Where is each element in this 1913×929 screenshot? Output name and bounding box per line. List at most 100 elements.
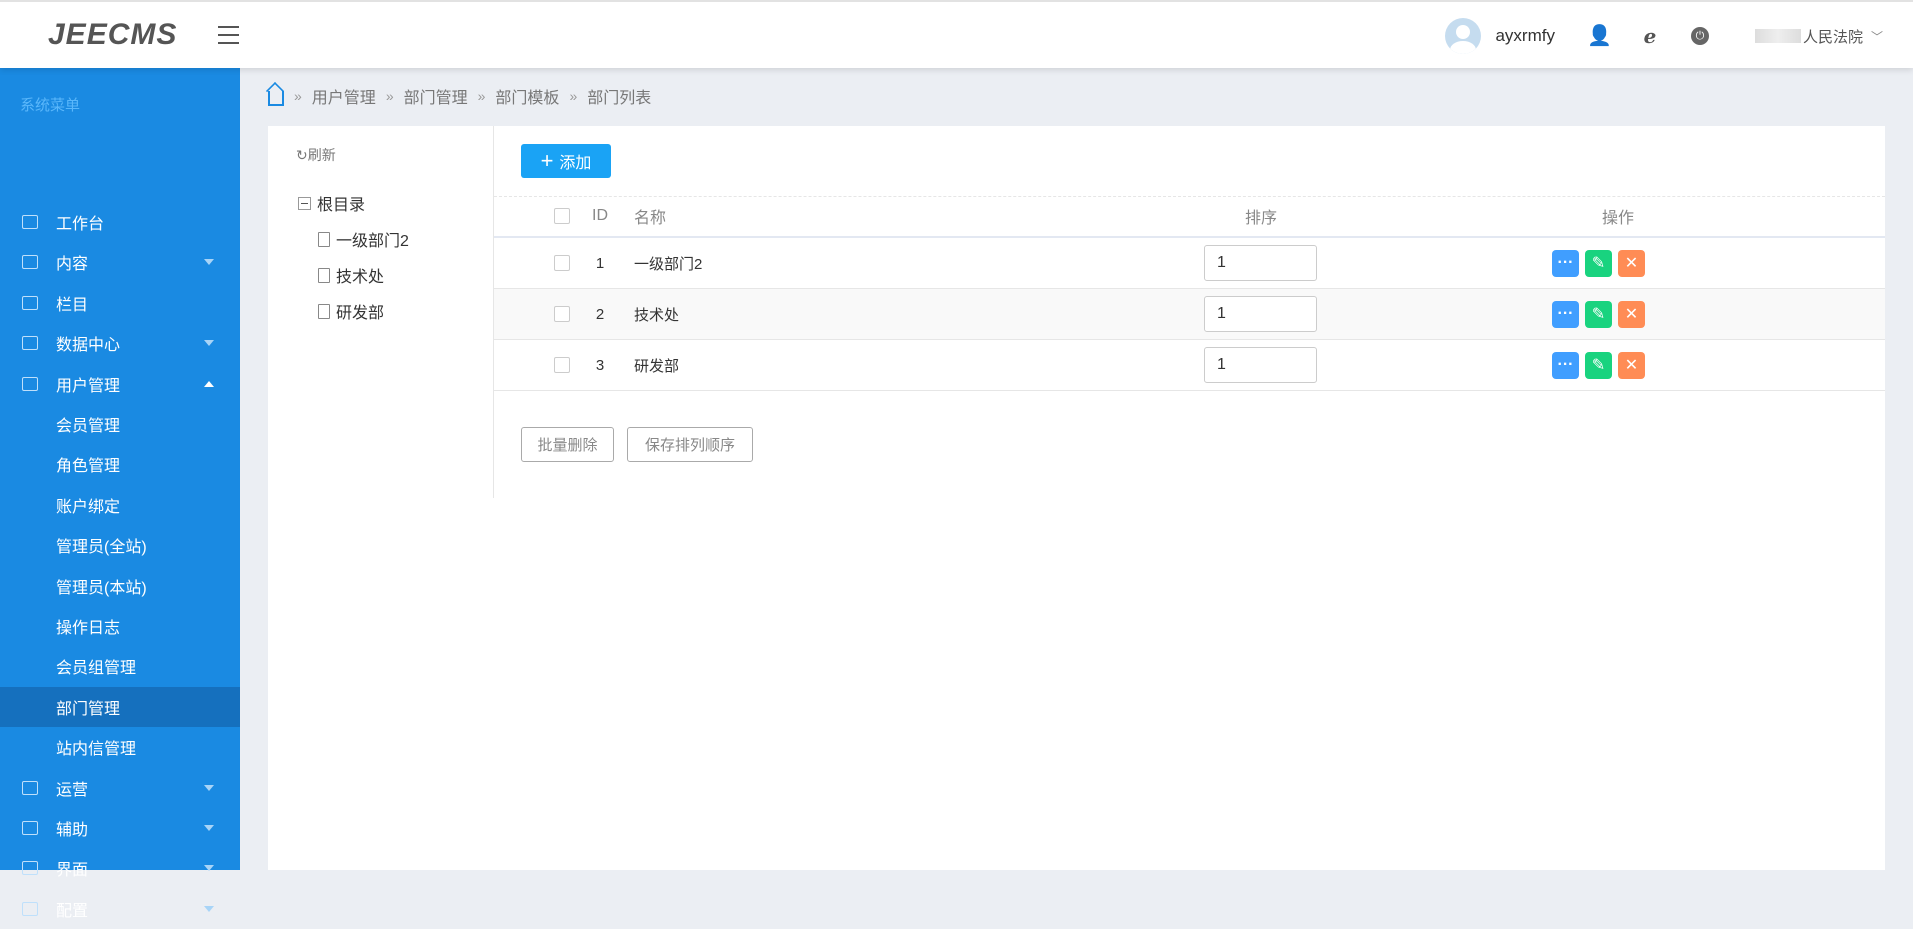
menu-icon bbox=[22, 901, 38, 916]
delete-button[interactable]: ✕ bbox=[1618, 351, 1645, 379]
menu-toggle-icon[interactable] bbox=[218, 26, 239, 44]
user-edit-icon[interactable]: 👤 bbox=[1587, 25, 1612, 47]
chevron-down-icon: ﹀ bbox=[1870, 29, 1883, 44]
save-order-button[interactable]: 保存排列顺序 bbox=[627, 427, 753, 462]
row-id: 2 bbox=[595, 305, 605, 323]
tree-root[interactable]: 根目录 bbox=[298, 191, 365, 215]
sidebar-item[interactable]: 运营 bbox=[0, 768, 240, 808]
tree-node-label: 一级部门2 bbox=[336, 233, 409, 250]
add-label: 添加 bbox=[559, 155, 592, 172]
sidebar-item[interactable]: 管理员(全站) bbox=[0, 525, 240, 565]
site-name: 人民法院 bbox=[1802, 28, 1863, 46]
header-name: 名称 bbox=[634, 210, 667, 227]
refresh-button[interactable]: ↻刷新 bbox=[296, 145, 336, 165]
more-button[interactable]: ··· bbox=[1552, 351, 1579, 379]
top-header: JEECMS ayxrmfy 👤 e ⏻ 人民法院 ﹀ bbox=[0, 0, 1913, 68]
edit-button[interactable]: ✎ bbox=[1585, 249, 1612, 277]
tree-node[interactable]: 一级部门2 bbox=[318, 227, 409, 251]
row-checkbox[interactable] bbox=[554, 306, 570, 322]
sidebar-item[interactable]: 部门管理 bbox=[0, 686, 240, 727]
tree-node[interactable]: 研发部 bbox=[318, 299, 384, 323]
menu-icon bbox=[22, 215, 38, 229]
refresh-label: 刷新 bbox=[307, 147, 336, 163]
edit-button[interactable]: ✎ bbox=[1585, 351, 1612, 379]
row-checkbox[interactable] bbox=[554, 357, 570, 373]
department-list: +添加 ID 名称 排序 操作 1一级部门2···✎✕2技术处···✎✕3研发部… bbox=[494, 126, 1885, 498]
sidebar-item[interactable]: 数据中心 bbox=[0, 323, 240, 363]
sidebar-item[interactable]: 配置 bbox=[0, 889, 240, 929]
sidebar-item[interactable]: 界面 bbox=[0, 848, 240, 888]
chevron-down-icon bbox=[204, 784, 214, 791]
select-all-checkbox[interactable] bbox=[554, 208, 570, 224]
sidebar-item[interactable]: 工作台 bbox=[0, 202, 240, 242]
home-icon[interactable] bbox=[268, 90, 284, 106]
department-tree: ↻刷新 根目录 一级部门2 技术处 研发部 bbox=[268, 126, 494, 498]
row-id: 3 bbox=[595, 356, 605, 374]
menu-icon bbox=[22, 861, 38, 876]
sidebar-item-label: 配置 bbox=[56, 902, 89, 920]
sort-input[interactable] bbox=[1204, 296, 1317, 332]
delete-button[interactable]: ✕ bbox=[1618, 300, 1645, 328]
document-icon bbox=[318, 231, 330, 247]
table-row: 2 技术处 ···✎✕ bbox=[494, 289, 1885, 340]
tree-node[interactable]: 技术处 bbox=[318, 263, 384, 287]
sidebar-item[interactable]: 辅助 bbox=[0, 808, 240, 848]
menu-icon bbox=[22, 336, 38, 351]
breadcrumb-item[interactable]: 部门模板 bbox=[495, 84, 559, 108]
breadcrumb-item[interactable]: 部门管理 bbox=[404, 84, 468, 108]
breadcrumb-item[interactable]: 用户管理 bbox=[312, 84, 376, 108]
sidebar-item-label: 内容 bbox=[56, 256, 89, 274]
separator-icon: » bbox=[385, 88, 394, 104]
chevron-down-icon bbox=[204, 905, 214, 912]
sidebar-item-label: 账户绑定 bbox=[56, 498, 121, 516]
header-id: ID bbox=[592, 207, 608, 224]
sidebar-item[interactable]: 管理员(本站) bbox=[0, 566, 240, 606]
site-selector[interactable]: 人民法院 ﹀ bbox=[1754, 26, 1883, 47]
sidebar-item-label: 管理员(全站) bbox=[56, 539, 147, 557]
delete-button[interactable]: ✕ bbox=[1618, 249, 1645, 277]
sidebar-item-label: 站内信管理 bbox=[56, 741, 137, 759]
sidebar-item[interactable]: 栏目 bbox=[0, 283, 240, 323]
refresh-icon: ↻ bbox=[296, 147, 308, 163]
plus-icon: + bbox=[540, 148, 554, 173]
menu-icon bbox=[22, 821, 38, 835]
document-icon bbox=[318, 303, 330, 319]
tree-node-label: 研发部 bbox=[336, 305, 385, 322]
sidebar-item[interactable]: 会员组管理 bbox=[0, 646, 240, 686]
sidebar-item-label: 数据中心 bbox=[56, 337, 121, 355]
more-button[interactable]: ··· bbox=[1552, 249, 1579, 277]
sidebar: 系统菜单 工作台内容栏目数据中心用户管理会员管理角色管理账户绑定管理员(全站) 管… bbox=[0, 68, 240, 920]
menu-icon bbox=[22, 255, 38, 270]
username[interactable]: ayxrmfy bbox=[1495, 26, 1555, 46]
avatar[interactable] bbox=[1445, 18, 1482, 54]
sidebar-title: 系统菜单 bbox=[20, 97, 81, 114]
document-icon bbox=[318, 267, 330, 283]
add-button[interactable]: + 添加 bbox=[521, 144, 611, 178]
edit-button[interactable]: ✎ bbox=[1585, 300, 1612, 328]
sidebar-item[interactable]: 会员管理 bbox=[0, 404, 240, 444]
sidebar-item[interactable]: 账户绑定 bbox=[0, 485, 240, 525]
row-name: 一级部门2 bbox=[634, 255, 703, 273]
browser-icon[interactable]: e bbox=[1639, 25, 1661, 47]
sidebar-item[interactable]: 操作日志 bbox=[0, 606, 240, 646]
sidebar-item[interactable]: 用户管理 bbox=[0, 364, 240, 404]
table-header: ID 名称 排序 操作 bbox=[494, 196, 1885, 238]
row-checkbox[interactable] bbox=[554, 255, 570, 271]
separator-icon: » bbox=[294, 88, 302, 104]
sort-input[interactable] bbox=[1204, 347, 1317, 383]
sidebar-item[interactable]: 站内信管理 bbox=[0, 727, 240, 767]
sidebar-item-label: 工作台 bbox=[56, 216, 105, 233]
breadcrumb-item: 部门列表 bbox=[587, 90, 652, 107]
logo: JEECMS bbox=[48, 18, 178, 51]
chevron-down-icon bbox=[204, 865, 214, 872]
sidebar-item[interactable]: 内容 bbox=[0, 242, 240, 282]
sidebar-item[interactable]: 角色管理 bbox=[0, 444, 240, 484]
table-row: 1 一级部门2 ···✎✕ bbox=[494, 238, 1885, 289]
collapse-icon[interactable] bbox=[298, 196, 311, 210]
sidebar-item-label: 会员管理 bbox=[56, 418, 121, 435]
header-ops: 操作 bbox=[1601, 210, 1634, 227]
batch-delete-button[interactable]: 批量删除 bbox=[521, 427, 614, 462]
sort-input[interactable] bbox=[1204, 245, 1317, 281]
power-icon[interactable]: ⏻ bbox=[1690, 27, 1709, 45]
more-button[interactable]: ··· bbox=[1552, 300, 1579, 328]
